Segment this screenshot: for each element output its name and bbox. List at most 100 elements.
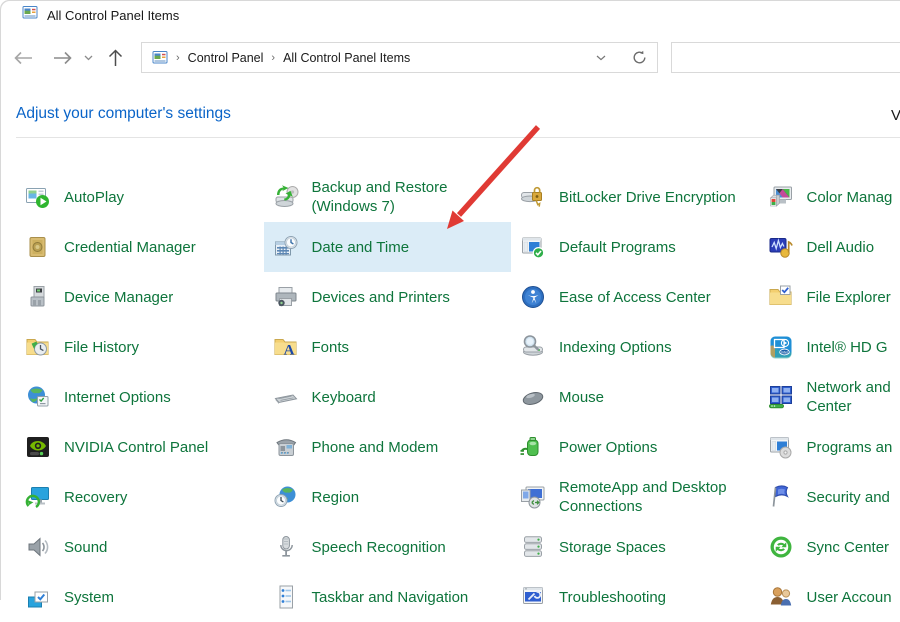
item-label: Region (312, 488, 360, 507)
bitlocker-icon (520, 184, 546, 210)
item-bitlocker-drive-encryption[interactable]: BitLocker Drive Encryption (511, 172, 759, 222)
remoteapp-icon (520, 484, 546, 510)
item-recovery[interactable]: Recovery (16, 472, 264, 522)
item-label: AutoPlay (64, 188, 124, 207)
back-arrow-icon (14, 51, 33, 65)
devices-printers-icon (273, 284, 299, 310)
refresh-button[interactable] (632, 50, 647, 65)
item-label: File History (64, 338, 139, 357)
up-arrow-icon (108, 49, 123, 67)
svg-text:intel: intel (780, 349, 787, 354)
address-dropdown-button[interactable] (596, 55, 606, 61)
item-power-options[interactable]: Power Options (511, 422, 759, 472)
item-label: Programs an (807, 438, 893, 457)
item-mouse[interactable]: Mouse (511, 372, 759, 422)
back-button[interactable] (14, 51, 33, 65)
power-options-icon (520, 434, 546, 460)
date-time-icon (273, 234, 299, 260)
item-speech-recognition[interactable]: Speech Recognition (264, 522, 512, 572)
indexing-options-icon (520, 334, 546, 360)
security-maintenance-icon (768, 484, 794, 510)
window-title: All Control Panel Items (47, 8, 179, 23)
item-indexing-options[interactable]: Indexing Options (511, 322, 759, 372)
item-label: Credential Manager (64, 238, 196, 257)
color-management-icon (768, 184, 794, 210)
item-phone-and-modem[interactable]: Phone and Modem (264, 422, 512, 472)
item-label: Fonts (312, 338, 350, 357)
item-nvidia-control-panel[interactable]: NVIDIA Control Panel (16, 422, 264, 472)
system-icon (25, 584, 51, 610)
item-dell-audio[interactable]: Dell Audio (759, 222, 900, 272)
item-internet-options[interactable]: Internet Options (16, 372, 264, 422)
view-by-label: V (891, 107, 900, 124)
item-file-history[interactable]: File History (16, 322, 264, 372)
region-icon (273, 484, 299, 510)
item-backup-and-restore-windows-7[interactable]: Backup and Restore (Windows 7) (264, 172, 512, 222)
item-label: Color Manag (807, 188, 893, 207)
item-label: NVIDIA Control Panel (64, 438, 208, 457)
item-default-programs[interactable]: Default Programs (511, 222, 759, 272)
breadcrumb-separator: › (176, 52, 180, 64)
svg-text:A: A (283, 343, 294, 359)
device-manager-icon (25, 284, 51, 310)
item-label: Speech Recognition (312, 538, 446, 557)
item-taskbar-and-navigation[interactable]: Taskbar and Navigation (264, 572, 512, 622)
item-label: BitLocker Drive Encryption (559, 188, 736, 207)
item-autoplay[interactable]: AutoPlay (16, 172, 264, 222)
item-ease-of-access-center[interactable]: Ease of Access Center (511, 272, 759, 322)
user-accounts-icon (768, 584, 794, 610)
item-label: Network and Center (807, 378, 891, 416)
fonts-icon: A (273, 334, 299, 360)
item-region[interactable]: Region (264, 472, 512, 522)
address-bar[interactable]: › Control Panel › All Control Panel Item… (141, 42, 658, 73)
item-label: Dell Audio (807, 238, 875, 257)
item-label: RemoteApp and Desktop Connections (559, 478, 727, 516)
item-programs-an[interactable]: Programs an (759, 422, 900, 472)
speech-recognition-icon (273, 534, 299, 560)
item-label: Phone and Modem (312, 438, 439, 457)
file-history-icon (25, 334, 51, 360)
control-panel-icon (22, 5, 38, 25)
sync-center-icon (768, 534, 794, 560)
item-label: Storage Spaces (559, 538, 666, 557)
nvidia-icon (25, 434, 51, 460)
item-storage-spaces[interactable]: Storage Spaces (511, 522, 759, 572)
item-user-accoun[interactable]: User Accoun (759, 572, 900, 622)
item-fonts[interactable]: A Fonts (264, 322, 512, 372)
autoplay-icon (25, 184, 51, 210)
item-date-and-time[interactable]: Date and Time (264, 222, 512, 272)
search-input[interactable] (671, 42, 900, 73)
item-devices-and-printers[interactable]: Devices and Printers (264, 272, 512, 322)
item-intel-hd-g[interactable]: intelIntel® HD G (759, 322, 900, 372)
item-device-manager[interactable]: Device Manager (16, 272, 264, 322)
item-file-explorer[interactable]: File Explorer (759, 272, 900, 322)
default-programs-icon (520, 234, 546, 260)
item-label: Security and (807, 488, 890, 507)
item-label: Mouse (559, 388, 604, 407)
item-system[interactable]: System (16, 572, 264, 622)
up-button[interactable] (108, 49, 123, 67)
item-keyboard[interactable]: Keyboard (264, 372, 512, 422)
item-sound[interactable]: Sound (16, 522, 264, 572)
storage-spaces-icon (520, 534, 546, 560)
recent-pages-button[interactable] (84, 55, 93, 61)
network-sharing-icon (768, 384, 794, 410)
credential-manager-icon (25, 234, 51, 260)
item-label: Internet Options (64, 388, 171, 407)
item-network-and-center[interactable]: Network and Center (759, 372, 900, 422)
item-sync-center[interactable]: Sync Center (759, 522, 900, 572)
item-label: Date and Time (312, 238, 410, 257)
item-security-and[interactable]: Security and (759, 472, 900, 522)
breadcrumb-control-panel[interactable]: Control Panel (188, 51, 264, 65)
file-explorer-icon (768, 284, 794, 310)
item-credential-manager[interactable]: Credential Manager (16, 222, 264, 272)
item-troubleshooting[interactable]: Troubleshooting (511, 572, 759, 622)
item-color-manag[interactable]: Color Manag (759, 172, 900, 222)
forward-button[interactable] (53, 51, 72, 65)
chevron-down-icon (84, 55, 93, 61)
item-label: Keyboard (312, 388, 376, 407)
ease-of-access-icon (520, 284, 546, 310)
item-remoteapp-and-desktop-connections[interactable]: RemoteApp and Desktop Connections (511, 472, 759, 522)
page-title: Adjust your computer's settings (16, 105, 231, 123)
breadcrumb-all-control-panel-items[interactable]: All Control Panel Items (283, 51, 410, 65)
